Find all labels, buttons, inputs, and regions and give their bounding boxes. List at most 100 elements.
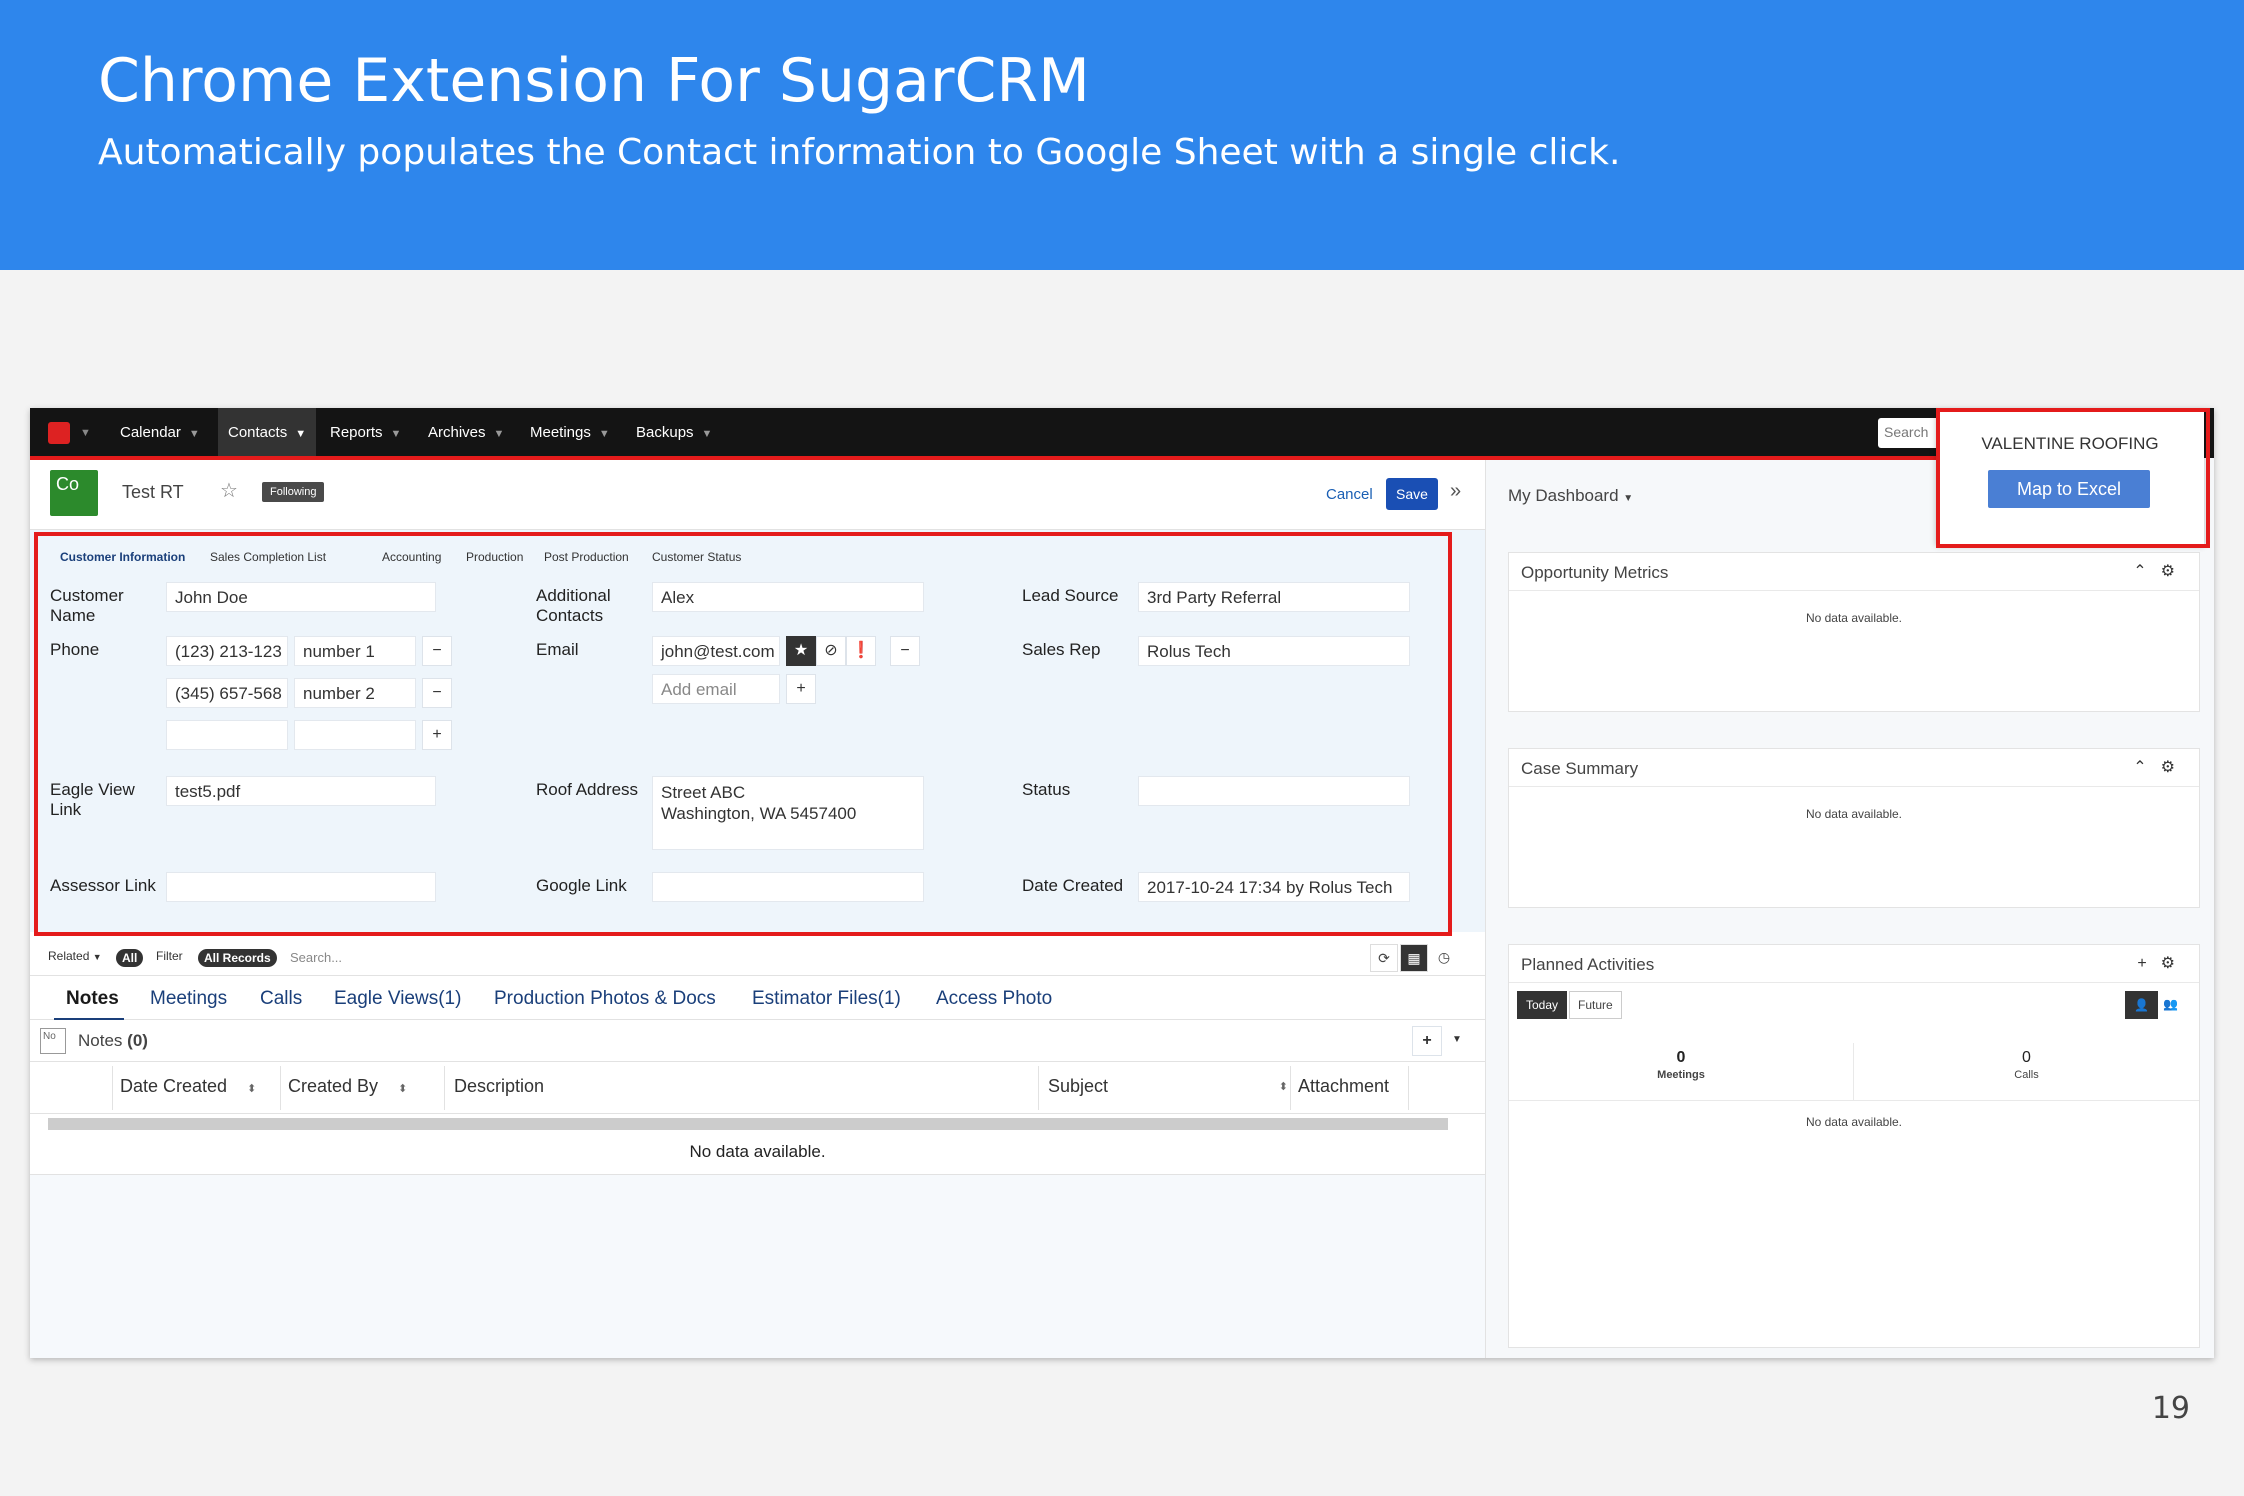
- dashlet-controls: ⌃⚙: [2133, 757, 2189, 777]
- subpanel-filter-bar: Related ▼ All Filter All Records Search.…: [30, 940, 1485, 976]
- tab-calls[interactable]: Calls: [260, 988, 302, 1010]
- gear-icon[interactable]: ⚙: [2161, 955, 2189, 972]
- refresh-icon[interactable]: ⟳: [1370, 944, 1398, 972]
- record-header: Co Test RT ☆ Following Cancel Save »: [30, 458, 1485, 530]
- chevron-down-icon: ▼: [598, 428, 610, 440]
- calls-label: Calls: [2014, 1069, 2039, 1081]
- future-toggle[interactable]: Future: [1569, 991, 1622, 1019]
- column-subject[interactable]: Subject ⬍: [1048, 1076, 1288, 1097]
- nav-reports[interactable]: Reports ▼: [320, 408, 411, 458]
- dashboard-title: My Dashboard: [1508, 486, 1619, 505]
- dashlet-title: Case Summary: [1521, 759, 1639, 778]
- nav-label: Reports: [330, 424, 383, 441]
- chevron-down-icon: ▼: [295, 428, 307, 440]
- notes-count: (0): [127, 1031, 148, 1050]
- sort-icon: ⬍: [1278, 1081, 1288, 1093]
- nav-label: Archives: [428, 424, 486, 441]
- calls-tab[interactable]: 0 Calls: [1854, 1043, 2199, 1101]
- notes-title: Notes (0): [78, 1031, 148, 1051]
- chevron-down-icon[interactable]: ▼: [1442, 1026, 1472, 1056]
- chevron-down-icon[interactable]: ▼: [80, 408, 91, 458]
- all-records-pill[interactable]: All Records: [198, 949, 277, 967]
- chevron-down-icon: ▼: [701, 428, 713, 440]
- horizontal-scrollbar[interactable]: [48, 1118, 1448, 1130]
- page-number: 19: [2151, 1391, 2190, 1426]
- nav-label: Contacts: [228, 424, 288, 441]
- subpanel-search-input[interactable]: Search...: [290, 950, 342, 965]
- notes-module-badge: No: [40, 1028, 66, 1054]
- gear-icon[interactable]: ⚙: [2161, 563, 2189, 580]
- column-divider: [1408, 1066, 1409, 1110]
- dashboard-selector[interactable]: My Dashboard ▼: [1508, 486, 1633, 506]
- record-name: Test RT: [122, 482, 184, 502]
- collapse-icon[interactable]: ⌃: [2133, 759, 2160, 776]
- dashlet-empty-message: No data available.: [1805, 611, 1903, 625]
- meetings-tab[interactable]: 0 Meetings: [1509, 1043, 1854, 1101]
- module-badge: Co: [50, 470, 98, 516]
- tab-production-photos[interactable]: Production Photos & Docs: [494, 988, 716, 1010]
- meetings-count: 0: [1676, 1049, 1686, 1066]
- column-divider: [112, 1066, 113, 1110]
- related-label: Related: [48, 949, 90, 963]
- save-button[interactable]: Save: [1386, 478, 1438, 510]
- expand-pane-icon[interactable]: »: [1450, 480, 1461, 503]
- tab-eagle-views[interactable]: Eagle Views(1): [334, 988, 461, 1010]
- case-summary-dashlet: Case Summary ⌃⚙ No data available.: [1508, 748, 2200, 908]
- tab-access-photo[interactable]: Access Photo: [936, 988, 1052, 1010]
- tab-estimator-files[interactable]: Estimator Files(1): [752, 988, 901, 1010]
- opportunity-metrics-dashlet: Opportunity Metrics ⌃⚙ No data available…: [1508, 552, 2200, 712]
- slide-subtitle: Automatically populates the Contact info…: [98, 132, 1621, 173]
- favorite-star-icon[interactable]: ☆: [220, 478, 238, 503]
- dashlet-empty-message: No data available.: [1805, 807, 1903, 821]
- nav-backups[interactable]: Backups ▼: [626, 408, 722, 458]
- column-created-by[interactable]: Created By ⬍: [288, 1076, 407, 1097]
- top-navbar: ▼ Calendar ▼ Contacts ▼ Reports ▼ Archives ▼…: [30, 408, 2214, 458]
- dashlet-title: Opportunity Metrics: [1521, 563, 1669, 582]
- collapse-icon[interactable]: ⌃: [2133, 563, 2160, 580]
- all-modules-pill[interactable]: All: [116, 949, 144, 967]
- chevron-down-icon: ▼: [1623, 493, 1634, 504]
- extension-highlight-box: [1936, 408, 2210, 548]
- create-note-button[interactable]: +: [1412, 1026, 1442, 1056]
- dashlet-header: Case Summary ⌃⚙: [1509, 749, 2199, 787]
- grid-view-icon[interactable]: ▦: [1400, 944, 1428, 972]
- activity-stream-icon[interactable]: ◷: [1430, 944, 1458, 972]
- group-icon[interactable]: 👥: [2157, 991, 2184, 1017]
- following-button[interactable]: Following: [262, 482, 325, 502]
- slide-header: Chrome Extension For SugarCRM Automatica…: [0, 0, 2244, 270]
- sugar-logo-icon[interactable]: [48, 422, 70, 444]
- column-divider: [1290, 1066, 1291, 1110]
- column-date-created[interactable]: Date Created ⬍: [120, 1076, 256, 1097]
- column-description[interactable]: Description: [454, 1076, 544, 1097]
- dashboard-pane: My Dashboard ▼ Opportunity Metrics ⌃⚙ No…: [1485, 458, 2214, 1358]
- gear-icon[interactable]: ⚙: [2161, 759, 2189, 776]
- calls-count: 0: [2022, 1049, 2031, 1066]
- plus-icon[interactable]: +: [2137, 955, 2160, 972]
- nav-calendar[interactable]: Calendar ▼: [110, 408, 210, 458]
- cancel-button[interactable]: Cancel: [1326, 486, 1373, 503]
- planned-activities-dashlet: Planned Activities +⚙ Today Future 👤 👥 0…: [1508, 944, 2200, 1348]
- nav-archives[interactable]: Archives ▼: [418, 408, 514, 458]
- today-toggle[interactable]: Today: [1517, 991, 1568, 1019]
- column-attachment[interactable]: Attachment: [1298, 1076, 1389, 1097]
- user-icon[interactable]: 👤: [2125, 991, 2158, 1019]
- chevron-down-icon: ▼: [493, 428, 505, 440]
- notes-table-header: Date Created ⬍ Created By ⬍ Description …: [30, 1062, 1485, 1114]
- dashlet-header: Planned Activities +⚙: [1509, 945, 2199, 983]
- dashlet-controls: ⌃⚙: [2133, 561, 2189, 581]
- related-dropdown[interactable]: Related ▼: [48, 949, 102, 963]
- subpanel-tabs: Notes Meetings Calls Eagle Views(1) Prod…: [30, 978, 1485, 1020]
- nav-label: Backups: [636, 424, 694, 441]
- chevron-down-icon: ▼: [188, 428, 200, 440]
- tab-notes[interactable]: Notes: [66, 988, 119, 1010]
- nav-contacts[interactable]: Contacts ▼: [218, 408, 317, 458]
- tab-meetings[interactable]: Meetings: [150, 988, 227, 1010]
- global-search-input[interactable]: Search: [1878, 418, 1940, 448]
- slide-title: Chrome Extension For SugarCRM: [98, 46, 1090, 116]
- main-empty-area: [30, 1175, 1485, 1358]
- nav-label: Calendar: [120, 424, 181, 441]
- notes-empty-message: No data available.: [689, 1142, 826, 1161]
- nav-meetings[interactable]: Meetings ▼: [520, 408, 620, 458]
- column-divider: [1038, 1066, 1039, 1110]
- dashlet-controls: +⚙: [2137, 953, 2189, 973]
